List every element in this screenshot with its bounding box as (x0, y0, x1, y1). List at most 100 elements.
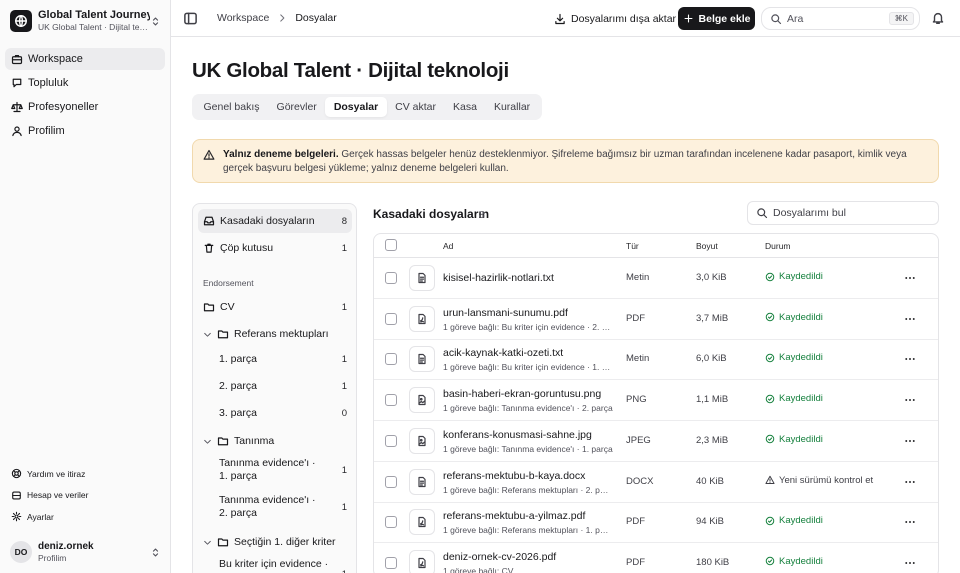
tree-item-recognition-part-2[interactable]: Tanınma evidence'ı · 2. parça 1 (198, 492, 352, 522)
search-icon (757, 208, 768, 219)
status-label: Kaydedildi (779, 393, 823, 405)
table-row[interactable]: basin-haberi-ekran-goruntusu.png 1 göreve… (374, 380, 938, 422)
pdf-file-icon (409, 509, 435, 536)
nav-item-profile[interactable]: Profilim (5, 120, 165, 142)
file-name[interactable]: referans-mektubu-a-yilmaz.pdf (443, 510, 585, 522)
file-name[interactable]: urun-lansmani-sunumu.pdf (443, 307, 568, 319)
file-status: Kaydedildi (765, 434, 823, 445)
table-row[interactable]: konferans-konusmasi-sahne.jpg 1 göreve ba… (374, 421, 938, 462)
chevron-updown-icon (150, 16, 162, 27)
table-row[interactable]: referans-mektubu-b-kaya.docx 1 göreve bağ… (374, 462, 938, 503)
file-name[interactable]: kisisel-hazirlik-notlari.txt (443, 272, 554, 284)
tab-cv-import[interactable]: CV aktar (387, 97, 445, 117)
tree-label: CV (220, 301, 235, 313)
file-name[interactable]: konferans-konusmasi-sahne.jpg (443, 429, 592, 441)
user-menu[interactable]: DO deniz.ornek Profilim (10, 540, 162, 564)
folder-icon (217, 538, 229, 547)
more-options-icon[interactable] (904, 313, 916, 325)
tree-item-recognition[interactable]: Tanınma (198, 429, 352, 453)
nav-label: Profilim (28, 125, 65, 137)
file-status: Yeni sürümü kontrol et (765, 475, 873, 486)
tab-vault[interactable]: Kasa (445, 97, 486, 117)
add-document-button[interactable]: Belge ekle (678, 7, 755, 30)
file-size: 3,7 MiB (696, 312, 729, 324)
check-circle-icon (765, 353, 775, 363)
file-name[interactable]: acik-kaynak-katki-ozeti.txt (443, 347, 563, 359)
table-row[interactable]: referans-mektubu-a-yilmaz.pdf 1 göreve ba… (374, 502, 938, 544)
tree-item-ref-part-1[interactable]: 1. parça 1 (198, 348, 352, 370)
tree-item-references[interactable]: Referans mektupları (198, 322, 352, 346)
tab-tasks[interactable]: Görevler (268, 97, 325, 117)
nav-label: Yardım ve itiraz (27, 468, 86, 479)
nav-item-help[interactable]: Yardım ve itiraz (5, 464, 165, 483)
tree-item-criterion-evidence-1[interactable]: Bu kriter için evidence · 1. 1 (198, 556, 352, 573)
export-files-button[interactable]: Dosyalarımı dışa aktar (548, 7, 682, 30)
column-status[interactable]: Durum (765, 241, 791, 251)
more-options-icon[interactable] (904, 394, 916, 406)
nav-item-community[interactable]: Topluluk (5, 72, 165, 94)
tab-rules[interactable]: Kurallar (485, 97, 538, 117)
filter-count: 8 (341, 215, 347, 227)
tree-label: Tanınma evidence'ı · 2. parça (219, 494, 316, 519)
more-options-icon[interactable] (904, 476, 916, 488)
filter-label: Kasadaki dosyaların (220, 215, 315, 227)
breadcrumb-workspace[interactable]: Workspace (217, 12, 269, 24)
file-type: PDF (626, 516, 645, 528)
tree-label: Tanınma evidence'ı · 1. parça (219, 457, 316, 482)
more-options-icon[interactable] (904, 435, 916, 447)
tree-item-ref-part-3[interactable]: 3. parça 0 (198, 402, 352, 424)
table-row[interactable]: kisisel-hazirlik-notlari.txt Metin 3,0 KiB… (374, 258, 938, 299)
main-content: UK Global Talent · Dijital teknoloji Gen… (171, 37, 960, 573)
more-options-icon[interactable] (904, 516, 916, 528)
select-all-checkbox[interactable] (385, 239, 397, 251)
row-checkbox[interactable] (385, 475, 397, 488)
tree-label: Bu kriter için evidence · 1. (219, 558, 329, 573)
column-size[interactable]: Boyut (696, 241, 718, 251)
tab-overview[interactable]: Genel bakış (195, 97, 268, 117)
search-icon (771, 13, 782, 24)
tree-item-recognition-part-1[interactable]: Tanınma evidence'ı · 1. parça 1 (198, 455, 352, 485)
more-options-icon[interactable] (904, 272, 916, 284)
filter-trash[interactable]: Çöp kutusu 1 (198, 236, 352, 260)
row-checkbox[interactable] (385, 434, 397, 447)
demo-warning-banner: Yalnız deneme belgeleri. Gerçek hassas b… (192, 139, 939, 183)
more-options-icon[interactable] (904, 353, 916, 365)
workspace-switcher[interactable]: Global Talent Journey UK Global Talent ·… (10, 9, 162, 33)
more-options-icon[interactable] (904, 557, 916, 569)
nav-item-settings[interactable]: Ayarlar (5, 507, 165, 526)
filter-label: Çöp kutusu (220, 242, 274, 254)
tree-item-ref-part-2[interactable]: 2. parça 1 (198, 375, 352, 397)
file-task-link: 1 göreve bağlı: Referans mektupları · 1.… (443, 525, 613, 536)
nav-item-professionals[interactable]: Profesyoneller (5, 96, 165, 118)
tree-item-cv[interactable]: CV 1 (198, 295, 352, 319)
file-size: 1,1 MiB (696, 394, 729, 406)
global-search-input[interactable]: Ara ⌘K (761, 7, 920, 30)
table-row[interactable]: urun-lansmani-sunumu.pdf 1 göreve bağlı: … (374, 299, 938, 340)
row-checkbox[interactable] (385, 353, 397, 366)
bell-icon[interactable] (931, 11, 945, 25)
file-name[interactable]: basin-haberi-ekran-goruntusu.png (443, 388, 601, 400)
row-checkbox[interactable] (385, 556, 397, 569)
column-name[interactable]: Ad (443, 241, 453, 251)
status-label: Kaydedildi (779, 352, 823, 364)
column-type[interactable]: Tür (626, 241, 639, 251)
files-search-input[interactable]: Dosyalarımı bul (747, 201, 939, 225)
row-checkbox[interactable] (385, 312, 397, 325)
nav-item-workspace[interactable]: Workspace (5, 48, 165, 70)
page-title: UK Global Talent · Dijital teknoloji (192, 59, 509, 82)
row-checkbox[interactable] (385, 516, 397, 529)
tree-label: Referans mektupları (234, 328, 329, 340)
chevron-down-icon (204, 332, 211, 337)
sidebar-toggle-icon[interactable] (183, 11, 198, 26)
row-checkbox[interactable] (385, 394, 397, 407)
table-row[interactable]: deniz-ornek-cv-2026.pdf 1 göreve bağlı: C… (374, 543, 938, 573)
table-row[interactable]: acik-kaynak-katki-ozeti.txt 1 göreve bağl… (374, 339, 938, 381)
file-name[interactable]: referans-mektubu-b-kaya.docx (443, 470, 585, 482)
tab-files[interactable]: Dosyalar (325, 97, 387, 117)
nav-item-account[interactable]: Hesap ve veriler (5, 486, 165, 505)
file-task-link: 1 göreve bağlı: CV (443, 565, 514, 573)
row-checkbox[interactable] (385, 272, 397, 284)
tree-item-other-criterion[interactable]: Seçtiğin 1. diğer kriter (198, 530, 352, 554)
file-name[interactable]: deniz-ornek-cv-2026.pdf (443, 551, 556, 563)
filter-vault-files[interactable]: Kasadaki dosyaların 8 (198, 209, 352, 233)
